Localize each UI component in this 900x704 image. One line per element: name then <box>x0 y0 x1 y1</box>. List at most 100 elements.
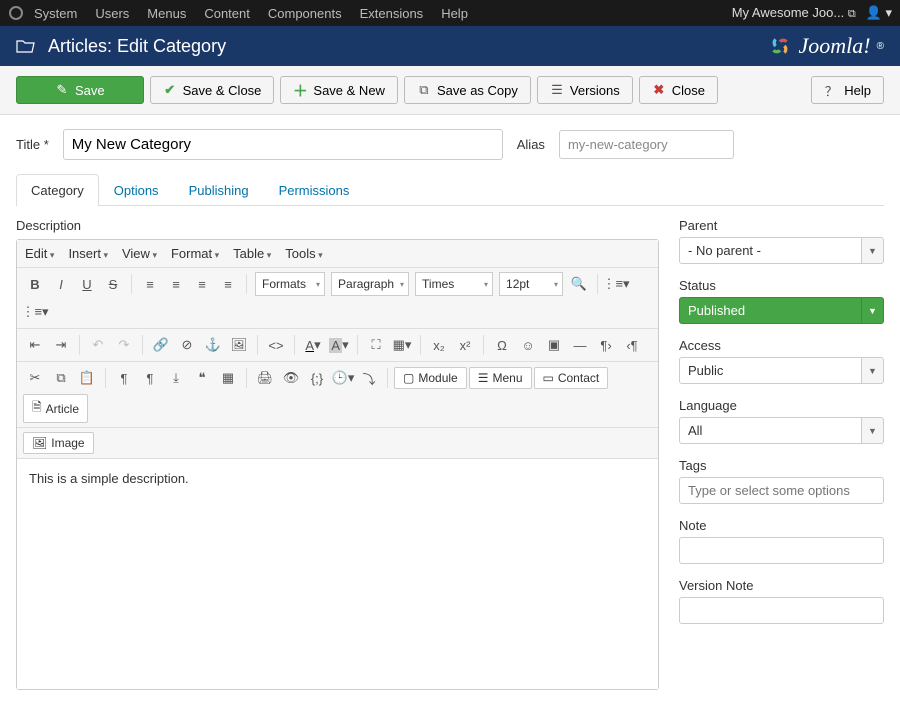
fontsize-select[interactable]: 12pt <box>499 272 563 296</box>
insert-image-button[interactable]: 🖼Image <box>23 432 94 454</box>
pagebreak-icon[interactable]: ⤵ <box>357 366 381 390</box>
copy-icon: ⧉ <box>417 83 431 97</box>
tags-input[interactable] <box>679 477 884 504</box>
close-button[interactable]: ✖Close <box>639 76 718 104</box>
preview-icon[interactable]: 👁 <box>279 366 303 390</box>
media-icon[interactable]: ▣ <box>542 333 566 357</box>
topmenu-components[interactable]: Components <box>268 6 342 21</box>
redo-icon[interactable]: ↷ <box>112 333 136 357</box>
font-select[interactable]: Times <box>415 272 493 296</box>
special-char-icon[interactable]: Ω <box>490 333 514 357</box>
superscript-icon[interactable]: x² <box>453 333 477 357</box>
versions-button[interactable]: ☰Versions <box>537 76 633 104</box>
note-input[interactable] <box>679 537 884 564</box>
bullet-list-icon[interactable]: ⋮≡▾ <box>604 272 628 296</box>
editor-content[interactable]: This is a simple description. <box>17 459 658 689</box>
show-blocks-icon[interactable]: ¶ <box>112 366 136 390</box>
hr-icon[interactable]: — <box>568 333 592 357</box>
menu-tools[interactable]: Tools <box>285 246 322 261</box>
menu-format[interactable]: Format <box>171 246 219 261</box>
save-button[interactable]: ✎Save <box>16 76 144 104</box>
version-note-input[interactable] <box>679 597 884 624</box>
indent-icon[interactable]: ⇥ <box>49 333 73 357</box>
menu-edit[interactable]: Edit <box>25 246 54 261</box>
emoji-icon[interactable]: ☺ <box>516 333 540 357</box>
codesample-icon[interactable]: {;} <box>305 366 329 390</box>
insert-contact-button[interactable]: ▭Contact <box>534 367 609 389</box>
stack-icon: ☰ <box>550 83 564 97</box>
status-select[interactable]: Published▼ <box>679 297 884 324</box>
insert-article-button[interactable]: 🗎Article <box>23 394 88 423</box>
align-left-icon[interactable]: ≡ <box>138 272 162 296</box>
subscript-icon[interactable]: x₂ <box>427 333 451 357</box>
nonbreaking-icon[interactable]: ⤓ <box>164 366 188 390</box>
tab-category[interactable]: Category <box>16 174 99 206</box>
link-icon[interactable]: 🔗 <box>149 333 173 357</box>
table-icon[interactable]: ▦▾ <box>390 333 414 357</box>
topmenu-users[interactable]: Users <box>95 6 129 21</box>
menu-table[interactable]: Table <box>233 246 271 261</box>
print-icon[interactable]: 🖨 <box>253 366 277 390</box>
help-button[interactable]: ？Help <box>811 76 884 104</box>
topmenu-extensions[interactable]: Extensions <box>360 6 424 21</box>
plus-icon: ＋ <box>293 83 307 97</box>
alias-input[interactable] <box>559 130 734 159</box>
save-copy-button[interactable]: ⧉Save as Copy <box>404 76 531 104</box>
insert-module-button[interactable]: ▢Module <box>394 367 467 389</box>
tab-publishing[interactable]: Publishing <box>174 174 264 206</box>
paragraph-select[interactable]: Paragraph <box>331 272 409 296</box>
template-icon[interactable]: ▦ <box>216 366 240 390</box>
cut-icon[interactable]: ✂ <box>23 366 47 390</box>
cancel-icon: ✖ <box>652 83 666 97</box>
text-color-icon[interactable]: A▾ <box>301 333 325 357</box>
bold-icon[interactable]: B <box>23 272 47 296</box>
editor-toolbar-1: B I U S ≡ ≡ ≡ ≡ Formats Paragraph Times … <box>17 268 658 329</box>
parent-select[interactable]: - No parent -▼ <box>679 237 884 264</box>
title-input[interactable] <box>63 129 503 160</box>
image-icon[interactable]: 🖼 <box>227 333 251 357</box>
chevron-down-icon: ▼ <box>862 417 884 444</box>
topmenu-help[interactable]: Help <box>441 6 468 21</box>
italic-icon[interactable]: I <box>49 272 73 296</box>
strike-icon[interactable]: S <box>101 272 125 296</box>
question-icon: ？ <box>824 83 838 97</box>
fullscreen-icon[interactable]: ⛶ <box>364 333 388 357</box>
access-select[interactable]: Public▼ <box>679 357 884 384</box>
page-header: Articles: Edit Category Joomla!® <box>0 26 900 66</box>
undo-icon[interactable]: ↶ <box>86 333 110 357</box>
anchor-icon[interactable]: ⚓ <box>201 333 225 357</box>
outdent-icon[interactable]: ⇤ <box>23 333 47 357</box>
site-name-link[interactable]: My Awesome Joo... ⧉ <box>732 5 856 21</box>
joomla-icon <box>8 5 24 21</box>
bg-color-icon[interactable]: A▾ <box>327 333 351 357</box>
language-select[interactable]: All▼ <box>679 417 884 444</box>
align-justify-icon[interactable]: ≡ <box>216 272 240 296</box>
topmenu-system[interactable]: System <box>34 6 77 21</box>
rtl-icon[interactable]: ‹¶ <box>620 333 644 357</box>
tab-options[interactable]: Options <box>99 174 174 206</box>
show-invis-icon[interactable]: ¶ <box>138 366 162 390</box>
insert-menu-button[interactable]: ☰Menu <box>469 367 532 389</box>
formats-select[interactable]: Formats <box>255 272 325 296</box>
align-center-icon[interactable]: ≡ <box>164 272 188 296</box>
user-menu-icon[interactable]: 👤 ▾ <box>866 5 892 21</box>
topmenu-content[interactable]: Content <box>204 6 250 21</box>
menu-view[interactable]: View <box>122 246 157 261</box>
underline-icon[interactable]: U <box>75 272 99 296</box>
insertdatetime-icon[interactable]: 🕒▾ <box>331 366 355 390</box>
save-new-button[interactable]: ＋Save & New <box>280 76 398 104</box>
blockquote-icon[interactable]: ❝ <box>190 366 214 390</box>
image-btn-icon: 🖼 <box>32 436 47 450</box>
copy-tool-icon[interactable]: ⧉ <box>49 366 73 390</box>
topmenu-menus[interactable]: Menus <box>147 6 186 21</box>
find-icon[interactable]: 🔍 <box>567 272 591 296</box>
tab-permissions[interactable]: Permissions <box>264 174 365 206</box>
menu-insert[interactable]: Insert <box>68 246 108 261</box>
code-icon[interactable]: <> <box>264 333 288 357</box>
save-close-button[interactable]: ✔Save & Close <box>150 76 275 104</box>
ltr-icon[interactable]: ¶› <box>594 333 618 357</box>
align-right-icon[interactable]: ≡ <box>190 272 214 296</box>
number-list-icon[interactable]: ⋮≡▾ <box>23 300 47 324</box>
unlink-icon[interactable]: ⊘ <box>175 333 199 357</box>
paste-icon[interactable]: 📋 <box>75 366 99 390</box>
